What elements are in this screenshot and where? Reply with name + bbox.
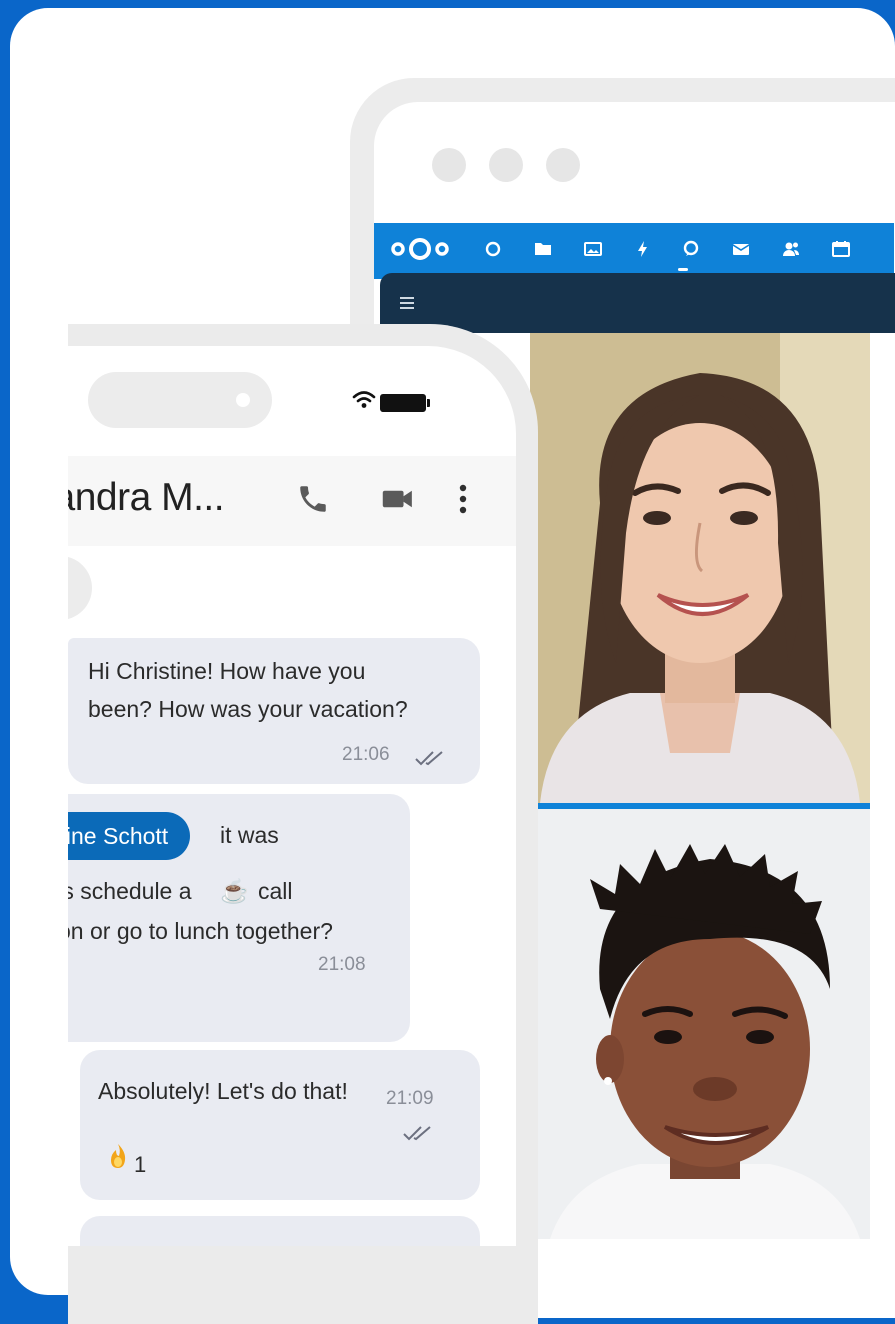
camera-dot: [236, 393, 250, 407]
menu-icon[interactable]: [400, 297, 414, 309]
message-text: Absolutely! Let's do that!: [98, 1078, 348, 1104]
chat-header: Sandra M...: [68, 456, 516, 546]
phone-screen: Sandra M... Hi Christine! How have you: [68, 346, 516, 1246]
dashboard-icon[interactable]: [482, 238, 504, 260]
phone-call-icon[interactable]: [296, 482, 330, 516]
activity-icon[interactable]: [632, 238, 654, 260]
wifi-icon: [352, 390, 376, 415]
calendar-icon[interactable]: [830, 238, 852, 260]
participant-2-illustration: [530, 809, 870, 1239]
conversation-header-bar: [380, 273, 895, 333]
avatar: [68, 556, 92, 620]
message-time: 21:08: [318, 954, 366, 975]
reaction-count: 1: [134, 1152, 147, 1177]
coffee-emoji: ☕: [220, 878, 249, 904]
more-options-icon[interactable]: [458, 482, 468, 516]
message-text: Hi Christine! How have you: [88, 658, 366, 684]
message-text: 's schedule a: [68, 878, 192, 904]
files-icon[interactable]: [532, 238, 554, 260]
window-control-dot[interactable]: [489, 148, 523, 182]
contacts-icon[interactable]: [780, 238, 802, 260]
window-control-dot[interactable]: [432, 148, 466, 182]
message-bubble[interactable]: stine Schott it was 's schedule a ☕ call…: [68, 794, 410, 1042]
message-text: call: [258, 878, 293, 904]
participant-1-illustration: [530, 333, 870, 803]
video-call-icon[interactable]: [380, 482, 416, 516]
battery-icon: [380, 394, 430, 412]
message-text: on or go to lunch together?: [68, 918, 333, 944]
participant-video-1: [530, 333, 870, 803]
nextcloud-logo[interactable]: [388, 237, 452, 266]
talk-icon[interactable]: [680, 238, 702, 260]
window-control-dot[interactable]: [546, 148, 580, 182]
dynamic-island: [88, 372, 272, 428]
nextcloud-app-bar: [374, 223, 894, 279]
message-text: it was: [220, 822, 279, 848]
message-time: 21:09: [386, 1088, 434, 1109]
read-receipt-icon: [414, 739, 446, 777]
photos-icon[interactable]: [582, 238, 604, 260]
message-time: 21:06: [342, 744, 390, 765]
participant-video-2: [530, 809, 870, 1239]
mail-icon[interactable]: [730, 238, 752, 260]
read-receipt-icon: [402, 1114, 434, 1152]
mention-chip[interactable]: stine Schott: [68, 812, 191, 860]
message-bubble[interactable]: Hi Christine! How have you been? How was…: [68, 638, 480, 784]
message-list: Hi Christine! How have you been? How was…: [68, 546, 516, 1246]
reaction-emoji-icon[interactable]: [108, 1142, 128, 1181]
message-bubble[interactable]: Absolutely! Let's do that! 21:09 1: [80, 1050, 480, 1200]
message-bubble[interactable]: [80, 1216, 480, 1246]
contact-name[interactable]: Sandra M...: [68, 476, 225, 520]
message-text: been? How was your vacation?: [88, 696, 408, 722]
active-app-indicator: [678, 268, 688, 271]
